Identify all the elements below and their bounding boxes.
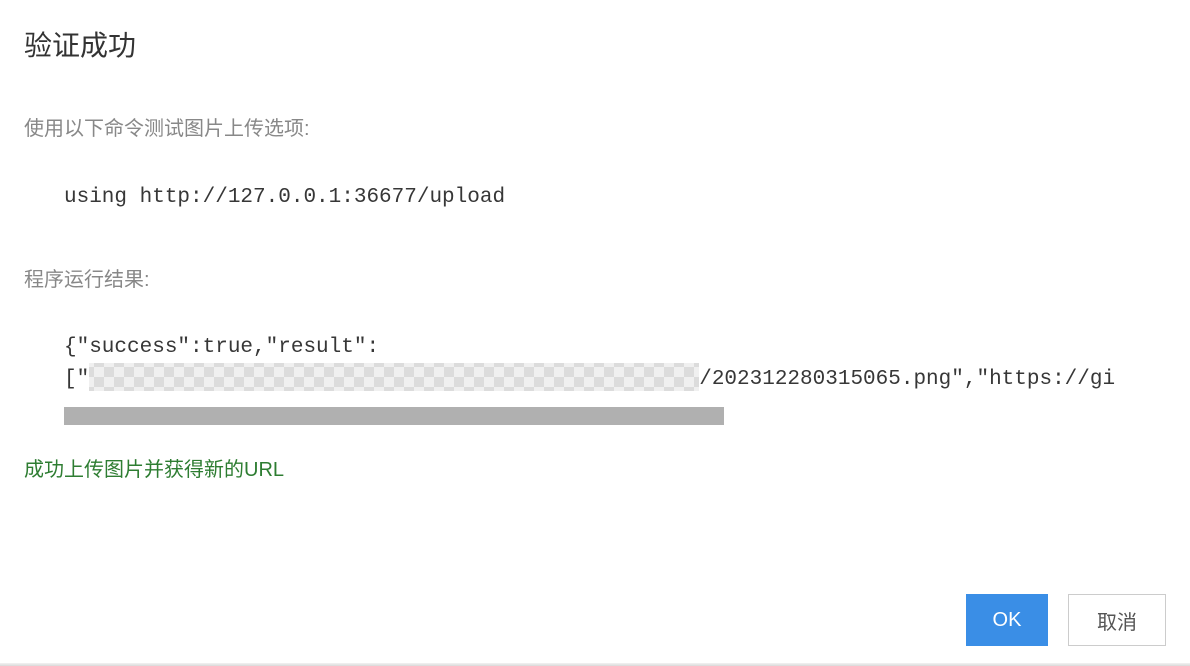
instruction-label: 使用以下命令测试图片上传选项: xyxy=(24,112,1166,141)
cancel-button[interactable]: 取消 xyxy=(1068,594,1166,646)
success-message: 成功上传图片并获得新的URL xyxy=(24,453,1166,482)
horizontal-scrollbar[interactable] xyxy=(64,407,724,425)
command-code-block: using http://127.0.0.1:36677/upload xyxy=(24,181,1166,215)
result-line-1: {"success":true,"result": xyxy=(64,332,1166,365)
redacted-content xyxy=(89,363,699,391)
result-prefix: [" xyxy=(64,368,89,391)
result-label: 程序运行结果: xyxy=(24,263,1166,292)
dialog-button-row: OK 取消 xyxy=(966,594,1166,646)
dialog-title: 验证成功 xyxy=(24,24,1166,64)
result-code-block: {"success":true,"result": [" /20231228031… xyxy=(24,332,1166,397)
result-suffix: /202312280315065.png","https://gi xyxy=(699,368,1115,391)
ok-button[interactable]: OK xyxy=(966,594,1048,646)
result-line-2: [" /202312280315065.png","https://gi xyxy=(64,364,1166,397)
verification-dialog: 验证成功 使用以下命令测试图片上传选项: using http://127.0.… xyxy=(0,0,1190,666)
